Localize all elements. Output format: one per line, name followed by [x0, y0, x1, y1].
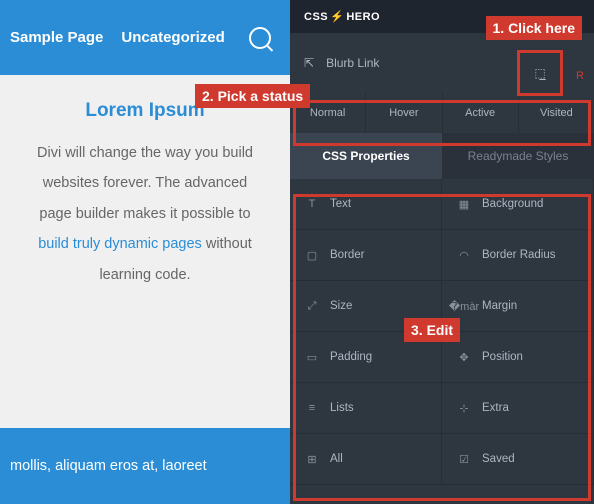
page-content: Lorem Ipsum Divi will change the way you… [0, 75, 290, 428]
csshero-panel: CSS ⚡ HERO ⇱ Blurb Link R Normal Hover A… [290, 0, 594, 504]
redbox-states [293, 100, 591, 146]
top-nav: Sample Page Uncategorized [0, 0, 290, 75]
external-link-icon: ⇱ [304, 56, 314, 70]
reset-indicator[interactable]: R [576, 70, 584, 82]
text-line: Divi will change the way you build [37, 145, 253, 161]
nav-sample-page[interactable]: Sample Page [10, 29, 103, 46]
callout-3: 3. Edit [404, 318, 460, 342]
redbox-properties [293, 194, 591, 501]
lightning-icon: ⚡ [330, 10, 344, 23]
text-line: learning code. [99, 267, 190, 283]
cursor-state-icon[interactable]: ⬚̲ [534, 66, 545, 80]
text-line: without [202, 236, 252, 252]
brand-css: CSS [304, 11, 328, 23]
selected-element-label: Blurb Link [326, 56, 379, 70]
nav-uncategorized[interactable]: Uncategorized [121, 29, 224, 46]
callout-1: 1. Click here [486, 16, 583, 40]
bottom-text: mollis, aliquam eros at, laoreet [10, 458, 207, 474]
callout-2: 2. Pick a status [195, 84, 310, 108]
redbox-state-button: ⬚̲ [517, 50, 563, 96]
text-line: websites forever. The advanced [43, 175, 247, 191]
search-icon[interactable] [249, 27, 271, 49]
brand-hero: HERO [346, 11, 380, 23]
bottom-section: mollis, aliquam eros at, laoreet [0, 428, 290, 504]
dynamic-pages-link[interactable]: build truly dynamic pages [38, 236, 202, 252]
text-line: page builder makes it possible to [39, 206, 250, 222]
